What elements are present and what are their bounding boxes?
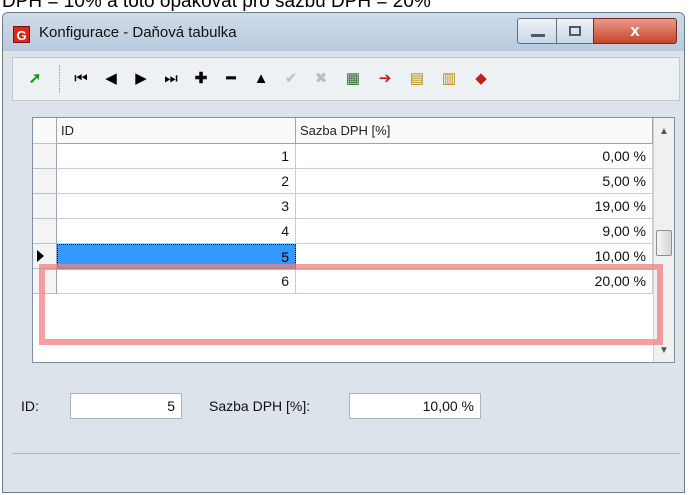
last-record-icon[interactable]: ⏭ [159,66,183,92]
id-label: ID: [21,398,39,414]
row-indicator[interactable] [33,194,57,219]
first-record-icon[interactable]: ⏮ [69,66,93,92]
cell-rate[interactable]: 0,00 % [296,144,653,169]
id-field[interactable]: 5 [70,393,182,419]
title-bar[interactable]: G Konfigurace - Daňová tabulka x [3,13,684,51]
post-icon[interactable]: ✔ [279,66,303,92]
navigator-toolbar: ➚ ⏮ ◀ ▶ ⏭ ✚ ━ ▲ ✔ ✖ ▦ ➔ ▤ ▥ ◆ [12,57,680,101]
cancel-icon[interactable]: ✖ [309,66,333,92]
minimize-icon [531,34,545,37]
prev-record-icon[interactable]: ◀ [99,66,123,92]
row-indicator[interactable] [33,219,57,244]
vertical-scrollbar[interactable]: ▲ ▼ [653,118,674,362]
current-row-indicator[interactable] [33,244,57,269]
window-title: Konfigurace - Daňová tabulka [39,24,237,41]
cell-rate[interactable]: 20,00 % [296,269,653,294]
row-indicator[interactable] [33,169,57,194]
add-record-icon[interactable]: ✚ [189,66,213,92]
toolbar-separator [59,65,62,93]
maximize-icon [569,26,581,36]
cell-id[interactable]: 1 [57,144,296,169]
cell-id[interactable]: 3 [57,194,296,219]
app-icon: G [13,26,30,43]
column-header-id[interactable]: ID [57,118,296,144]
scroll-thumb[interactable] [656,230,672,256]
cell-id[interactable]: 4 [57,219,296,244]
print-preview-icon[interactable]: ▥ [437,66,461,92]
print-icon[interactable]: ▤ [405,66,429,92]
tax-table-grid[interactable]: ID Sazba DPH [%] 1 0,00 % 2 5,00 % 3 19,… [32,117,675,363]
edit-record-icon[interactable]: ▲ [249,66,273,92]
row-indicator[interactable] [33,144,57,169]
cell-id[interactable]: 2 [57,169,296,194]
cell-id-selected[interactable]: 5 [57,244,296,269]
scroll-down-icon[interactable]: ▼ [659,345,669,356]
cell-rate[interactable]: 5,00 % [296,169,653,194]
scroll-up-icon[interactable]: ▲ [659,126,669,137]
row-indicator[interactable] [33,269,57,294]
column-header-rate[interactable]: Sazba DPH [%] [296,118,653,144]
exit-arrow-icon[interactable]: ➚ [23,66,47,92]
calculator-icon[interactable]: ▦ [341,66,365,92]
filter-icon[interactable]: ◆ [469,66,493,92]
cell-rate[interactable]: 10,00 % [296,244,653,269]
export-icon[interactable]: ➔ [373,66,397,92]
cell-rate[interactable]: 19,00 % [296,194,653,219]
status-divider [12,453,680,454]
next-record-icon[interactable]: ▶ [129,66,153,92]
config-window: G Konfigurace - Daňová tabulka x ➚ ⏮ ◀ ▶… [2,12,685,493]
cell-id[interactable]: 6 [57,269,296,294]
rate-field[interactable]: 10,00 % [349,393,481,419]
maximize-button[interactable] [556,18,594,44]
grid-corner [33,118,57,144]
current-row-arrow-icon [37,250,44,262]
close-button[interactable]: x [593,18,677,44]
rate-label: Sazba DPH [%]: [209,398,311,414]
minimize-button[interactable] [517,18,557,44]
cell-rate[interactable]: 9,00 % [296,219,653,244]
delete-record-icon[interactable]: ━ [219,66,243,92]
close-icon: x [630,21,640,40]
